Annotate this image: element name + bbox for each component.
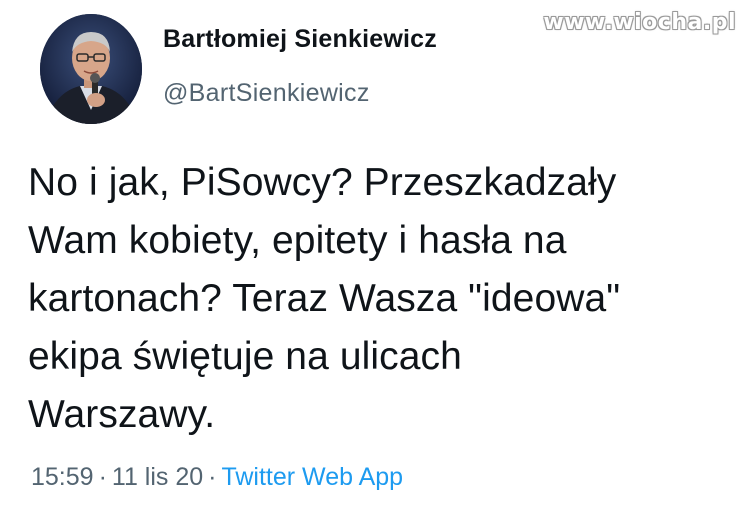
tweet-time[interactable]: 15:59: [31, 463, 94, 491]
meta-separator: ·: [98, 463, 107, 491]
meta-separator: ·: [208, 463, 217, 491]
tweet-text: No i jak, PiSowcy? Przeszkadzały Wam kob…: [28, 161, 621, 436]
tweet-meta: 15:59 · 11 lis 20 · Twitter Web App: [31, 462, 403, 492]
display-name[interactable]: Bartłomiej Sienkiewicz: [163, 24, 437, 54]
author-block: Bartłomiej Sienkiewicz @BartSienkiewicz: [163, 24, 437, 108]
avatar[interactable]: [40, 14, 142, 124]
tweet-date[interactable]: 11 lis 20: [112, 463, 203, 491]
tweet-card: www.wiocha.pl Bartłomiej Sienkiewicz @Ba…: [0, 0, 750, 513]
user-handle[interactable]: @BartSienkiewicz: [163, 78, 437, 108]
tweet-source-link[interactable]: Twitter Web App: [221, 463, 403, 491]
watermark: www.wiocha.pl: [543, 10, 736, 35]
profile-photo-icon: [40, 14, 142, 124]
